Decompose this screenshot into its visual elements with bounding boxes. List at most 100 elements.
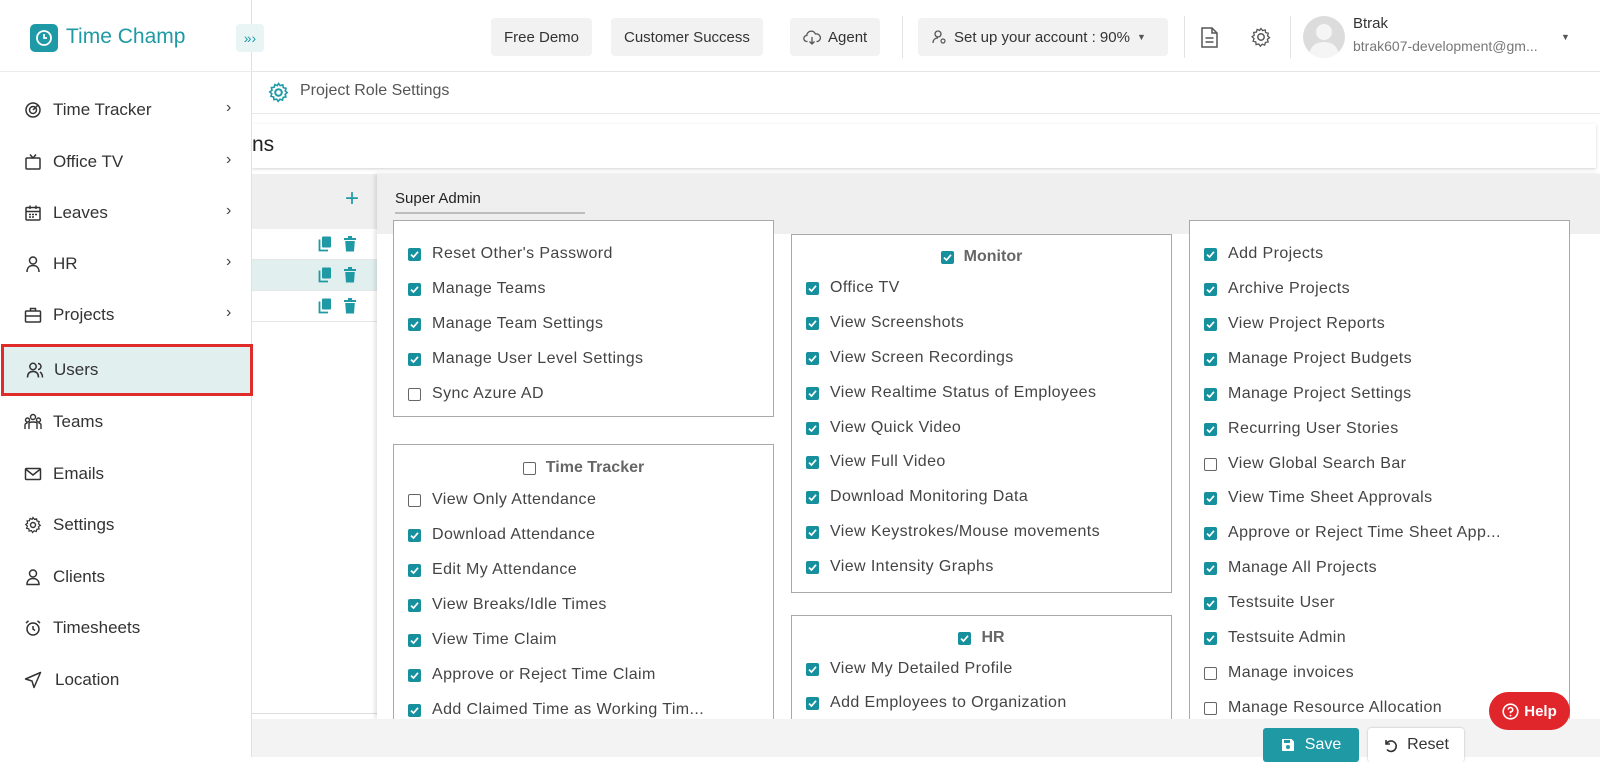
permission-item[interactable]: Recurring User Stories <box>1204 420 1399 438</box>
permission-item[interactable]: View Keystrokes/Mouse movements <box>806 523 1100 541</box>
permission-item[interactable]: Add Projects <box>1204 245 1324 263</box>
permission-item[interactable]: View Quick Video <box>806 419 961 437</box>
sidebar-item-hr[interactable]: HR › <box>0 239 252 289</box>
permission-item[interactable]: Approve or Reject Time Sheet App... <box>1204 524 1501 542</box>
checkbox[interactable] <box>806 560 819 574</box>
checkbox[interactable] <box>408 528 421 542</box>
permission-item[interactable]: Manage Project Settings <box>1204 385 1412 403</box>
copy-icon[interactable] <box>318 236 332 252</box>
permission-item[interactable]: Edit My Attendance <box>408 561 577 579</box>
sidebar-item-office-tv[interactable]: Office TV › <box>0 137 252 187</box>
trash-icon[interactable] <box>343 298 357 314</box>
permission-item[interactable]: Manage Teams <box>408 280 546 298</box>
permission-item[interactable]: Manage Team Settings <box>408 315 603 333</box>
permission-item[interactable]: Add Claimed Time as Working Tim... <box>408 701 704 719</box>
sidebar-item-teams[interactable]: Teams <box>0 397 252 447</box>
checkbox[interactable] <box>1204 631 1217 645</box>
expand-sidebar-button[interactable]: »› <box>236 24 264 52</box>
sidebar-item-clients[interactable]: Clients <box>0 552 252 602</box>
checkbox[interactable] <box>1204 666 1217 680</box>
checkbox[interactable] <box>408 633 421 647</box>
copy-icon[interactable] <box>318 298 332 314</box>
list-item[interactable] <box>252 260 377 291</box>
permission-item[interactable]: Manage Resource Allocation <box>1204 699 1442 717</box>
checkbox[interactable] <box>408 317 421 331</box>
checkbox[interactable] <box>408 598 421 612</box>
permission-item[interactable]: Manage All Projects <box>1204 559 1377 577</box>
checkbox[interactable] <box>408 352 421 366</box>
permission-item[interactable]: Testsuite User <box>1204 594 1335 612</box>
checkbox[interactable] <box>1204 317 1217 331</box>
user-menu-caret-icon[interactable]: ▼ <box>1561 32 1570 42</box>
trash-icon[interactable] <box>343 236 357 252</box>
sidebar-item-location[interactable]: Location <box>0 655 252 705</box>
permission-item[interactable]: View Time Sheet Approvals <box>1204 489 1432 507</box>
checkbox[interactable] <box>1204 387 1217 401</box>
customer-success-button[interactable]: Customer Success <box>611 18 763 56</box>
permission-item[interactable]: View My Detailed Profile <box>806 660 1013 678</box>
free-demo-button[interactable]: Free Demo <box>491 18 593 56</box>
permission-item[interactable]: Sync Azure AD <box>408 385 544 403</box>
help-button[interactable]: Help <box>1489 692 1570 730</box>
permission-item[interactable]: View Screen Recordings <box>806 349 1014 367</box>
checkbox[interactable] <box>806 525 819 539</box>
checkbox[interactable] <box>806 421 819 435</box>
permission-item[interactable]: View Only Attendance <box>408 491 596 509</box>
checkbox[interactable] <box>1204 422 1217 436</box>
group-header[interactable]: Time Tracker <box>394 459 773 477</box>
checkbox[interactable] <box>806 490 819 504</box>
permission-item[interactable]: View Time Claim <box>408 631 557 649</box>
group-checkbox[interactable] <box>940 250 954 264</box>
sidebar-item-leaves[interactable]: Leaves › <box>0 188 252 238</box>
checkbox[interactable] <box>806 455 819 469</box>
group-checkbox[interactable] <box>958 631 972 645</box>
permission-item[interactable]: Office TV <box>806 279 900 297</box>
group-header[interactable]: Monitor <box>792 248 1171 266</box>
checkbox[interactable] <box>408 247 421 261</box>
checkbox[interactable] <box>408 282 421 296</box>
avatar[interactable] <box>1303 16 1345 58</box>
checkbox[interactable] <box>1204 491 1217 505</box>
checkbox[interactable] <box>408 493 421 507</box>
sidebar-item-projects[interactable]: Projects › <box>0 290 252 340</box>
checkbox[interactable] <box>806 281 819 295</box>
sidebar-item-timesheets[interactable]: Timesheets <box>0 603 252 653</box>
list-item[interactable] <box>252 291 377 322</box>
checkbox[interactable] <box>1204 596 1217 610</box>
role-name-input[interactable]: Super Admin <box>395 184 585 214</box>
permission-item[interactable]: Manage invoices <box>1204 664 1354 682</box>
permission-item[interactable]: View Screenshots <box>806 314 964 332</box>
agent-button[interactable]: Agent <box>790 18 881 56</box>
sidebar-item-emails[interactable]: Emails <box>0 449 252 499</box>
checkbox[interactable] <box>806 662 819 676</box>
checkbox[interactable] <box>408 387 421 401</box>
document-icon[interactable] <box>1199 26 1220 54</box>
checkbox[interactable] <box>1204 352 1217 366</box>
checkbox[interactable] <box>1204 282 1217 296</box>
group-checkbox[interactable] <box>522 461 536 475</box>
permission-item[interactable]: Manage User Level Settings <box>408 350 643 368</box>
checkbox[interactable] <box>1204 701 1217 715</box>
checkbox[interactable] <box>408 703 421 717</box>
checkbox[interactable] <box>806 316 819 330</box>
permission-item[interactable]: View Intensity Graphs <box>806 558 994 576</box>
checkbox[interactable] <box>806 696 819 710</box>
permission-item[interactable]: Testsuite Admin <box>1204 629 1346 647</box>
checkbox[interactable] <box>806 351 819 365</box>
sidebar-item-users[interactable]: Users <box>1 344 253 396</box>
checkbox[interactable] <box>806 386 819 400</box>
permission-item[interactable]: Approve or Reject Time Claim <box>408 666 656 684</box>
trash-icon[interactable] <box>343 267 357 283</box>
permission-item[interactable]: View Breaks/Idle Times <box>408 596 607 614</box>
gear-icon[interactable] <box>1250 26 1272 53</box>
permission-item[interactable]: View Full Video <box>806 453 946 471</box>
add-role-icon[interactable]: + <box>345 185 359 213</box>
permission-item[interactable]: View Realtime Status of Employees <box>806 384 1096 402</box>
group-header[interactable]: HR <box>792 629 1171 647</box>
checkbox[interactable] <box>1204 457 1217 471</box>
checkbox[interactable] <box>408 563 421 577</box>
permission-item[interactable]: Archive Projects <box>1204 280 1350 298</box>
checkbox[interactable] <box>408 668 421 682</box>
permission-item[interactable]: View Global Search Bar <box>1204 455 1406 473</box>
sidebar-item-time-tracker[interactable]: Time Tracker › <box>0 85 252 135</box>
